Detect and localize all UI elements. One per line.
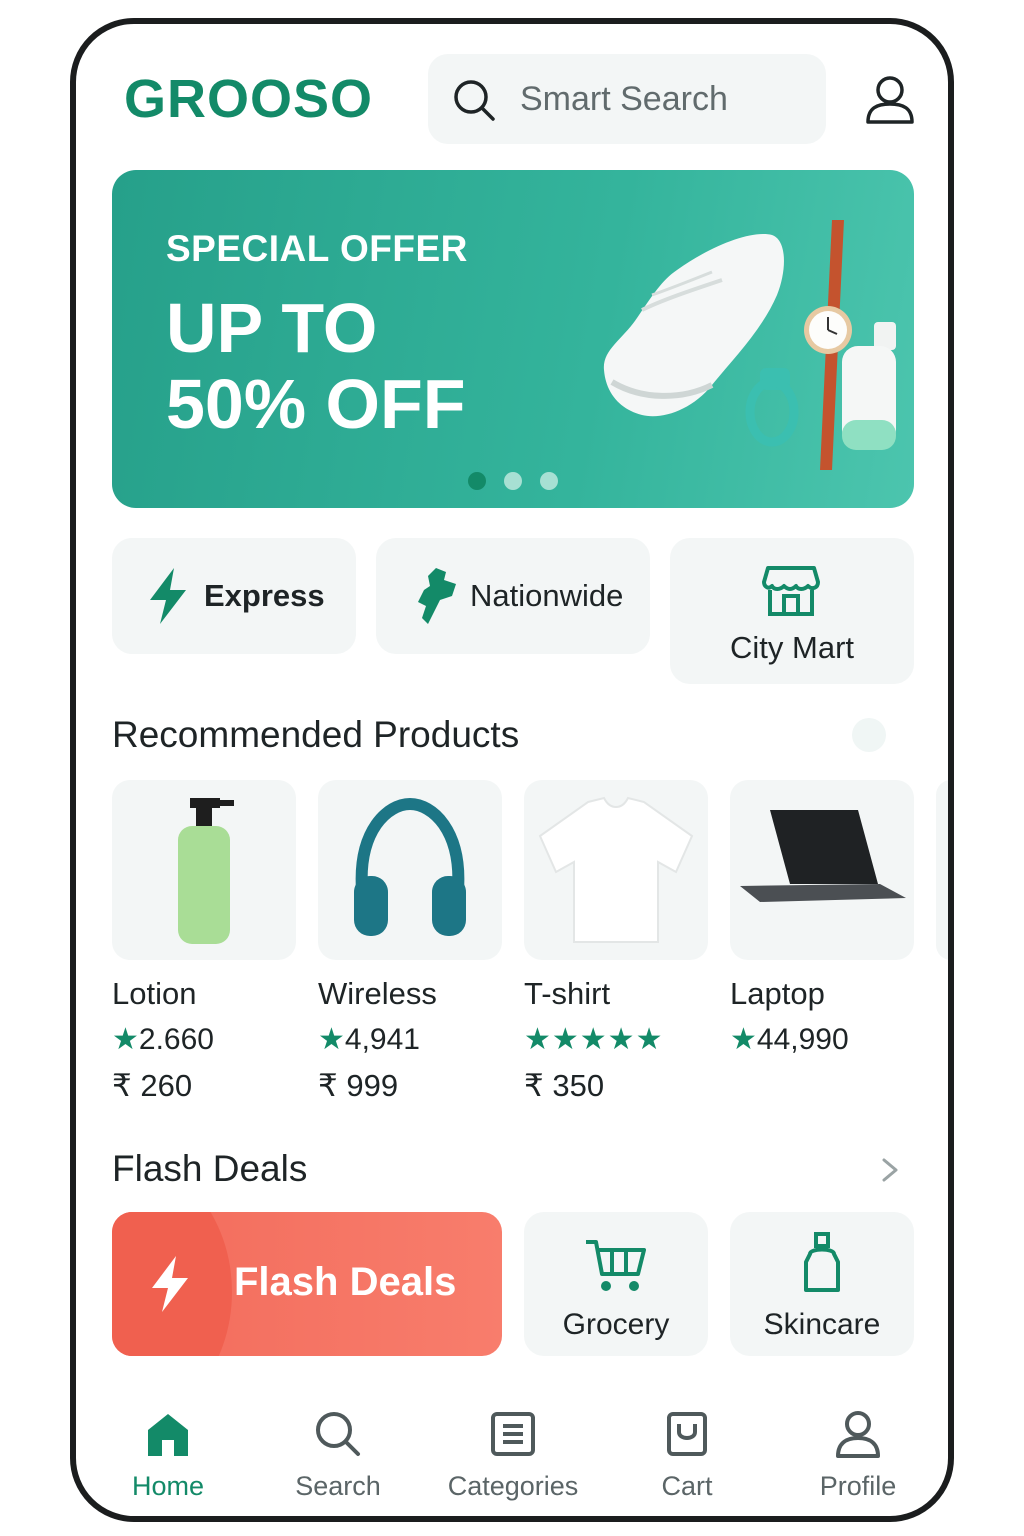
carousel-dot[interactable] [468, 472, 486, 490]
rating-value: 44,990 [756, 1023, 849, 1056]
bag-icon [663, 1412, 711, 1462]
account-icon[interactable] [864, 74, 916, 131]
product-name[interactable]: Wireless [318, 976, 437, 1012]
search-placeholder: Smart Search [520, 80, 728, 118]
product-image-tshirt[interactable] [524, 780, 708, 960]
section-indicator [852, 718, 886, 752]
tab-label: Categories [447, 1471, 579, 1501]
tab-home[interactable]: Home [98, 1410, 238, 1502]
product-image-laptop[interactable] [730, 780, 914, 960]
banner-headline-line2: 50% OFF [166, 365, 466, 443]
product-image-headphones[interactable] [318, 780, 502, 960]
deal-card-skincare[interactable]: Skincare [730, 1212, 914, 1356]
tab-categories[interactable]: Categories [443, 1410, 583, 1502]
tab-cart[interactable]: Cart [617, 1410, 757, 1502]
banner-headline-line1: UP TO [166, 289, 378, 367]
promo-banner[interactable]: SPECIAL OFFER UP TO 50% OFF [112, 170, 914, 508]
cart-icon [584, 1238, 648, 1299]
chip-label: Express [204, 578, 325, 613]
deal-card-grocery[interactable]: Grocery [524, 1212, 708, 1356]
section-title-recommended: Recommended Products [112, 714, 520, 755]
product-name[interactable]: Lotion [112, 976, 196, 1012]
star-icon: ★ [112, 1023, 139, 1056]
lightning-icon [148, 568, 188, 629]
product-image-lotion[interactable] [112, 780, 296, 960]
product-card-next[interactable] [936, 780, 948, 960]
carousel-dots [468, 472, 558, 490]
user-icon [834, 1411, 882, 1462]
deal-card-label: Grocery [562, 1308, 670, 1341]
product-stars: ★★★★★ [524, 1022, 663, 1057]
list-icon [489, 1412, 537, 1462]
tab-label: Cart [661, 1471, 713, 1501]
banner-subtitle: SPECIAL OFFER [166, 228, 468, 269]
chip-label: City Mart [730, 630, 854, 665]
carousel-dot[interactable] [504, 472, 522, 490]
tab-search[interactable]: Search [268, 1410, 408, 1502]
product-price: ₹ 350 [524, 1068, 605, 1103]
phone-frame: GROOSO Smart Search SPECIAL OFFER UP TO … [70, 18, 954, 1522]
star-icon: ★ [730, 1023, 757, 1056]
product-name[interactable]: T-shirt [524, 976, 610, 1012]
chip-city-mart[interactable]: City Mart [670, 538, 914, 684]
rating-value: 4,941 [344, 1023, 420, 1056]
chip-nationwide[interactable]: Nationwide [376, 538, 650, 654]
lightning-icon [148, 1256, 192, 1317]
section-title-flash: Flash Deals [112, 1148, 308, 1189]
star-icon: ★ [318, 1023, 345, 1056]
search-bar[interactable]: Smart Search [428, 54, 826, 144]
product-price: ₹ 260 [112, 1068, 193, 1103]
product-rating: ★44,990 [730, 1022, 849, 1057]
bottle-icon [802, 1232, 842, 1299]
star-icon: ★★★★★ [524, 1023, 664, 1056]
product-name[interactable]: Laptop [730, 976, 825, 1012]
banner-products-image [603, 220, 896, 470]
tab-label: Home [131, 1471, 205, 1501]
chevron-right-icon[interactable] [878, 1154, 902, 1191]
tab-label: Profile [819, 1471, 897, 1501]
carousel-dot[interactable] [540, 472, 558, 490]
flash-deals-label: Flash Deals [234, 1260, 457, 1304]
app-logo[interactable]: GROOSO [124, 68, 373, 130]
chip-label: Nationwide [470, 578, 624, 613]
banner-headline: UP TO 50% OFF [166, 290, 466, 442]
tab-label: Search [295, 1471, 381, 1501]
map-icon [414, 566, 460, 631]
product-rating: ★2.660 [112, 1022, 214, 1057]
flash-deals-banner[interactable]: Flash Deals [112, 1212, 502, 1356]
chip-express[interactable]: Express [112, 538, 356, 654]
product-price: ₹ 999 [318, 1068, 399, 1103]
store-icon [762, 564, 820, 623]
search-icon [452, 78, 496, 127]
tab-profile[interactable]: Profile [788, 1410, 928, 1502]
rating-value: 2.660 [138, 1023, 214, 1056]
search-icon [314, 1412, 362, 1462]
deal-card-label: Skincare [763, 1308, 881, 1341]
home-icon [144, 1414, 192, 1462]
product-rating: ★4,941 [318, 1022, 420, 1057]
